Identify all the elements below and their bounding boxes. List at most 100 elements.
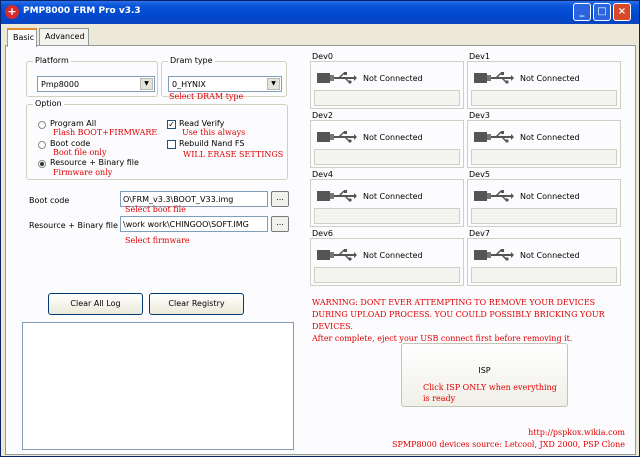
program-all-hint: Flash BOOT+FIRMWARE xyxy=(53,128,158,137)
credit-source: SPMP8000 devices source: Letcool, JXD 20… xyxy=(392,440,625,449)
resource-hint: Select firmware xyxy=(125,236,190,245)
dram-label: Dram type xyxy=(168,56,215,65)
tab-basic[interactable]: Basic xyxy=(7,28,37,47)
clear-all-log-button[interactable]: Clear All Log xyxy=(48,293,143,315)
resource-binary-label: Resource + Binary file xyxy=(29,221,118,230)
resource-path-field[interactable]: \work work\CHINGOO\SOFT.IMG xyxy=(120,216,268,232)
rebuild-nand-label[interactable]: Rebuild Nand FS xyxy=(179,139,244,148)
device-slot-7: Dev7 Not Connected xyxy=(467,229,623,287)
boot-code-browse-button[interactable]: ... xyxy=(271,191,289,207)
device-box: Not Connected xyxy=(467,179,621,227)
device-status: Not Connected xyxy=(520,133,580,142)
warning-line-2: DURING UPLOAD PROCESS. YOU COULD POSSIBL… xyxy=(312,310,605,319)
isp-button[interactable]: ISP Click ISP ONLY when everything is re… xyxy=(401,343,568,407)
isp-label: ISP xyxy=(478,366,491,375)
dram-select[interactable]: 0_HYNIX ▼ xyxy=(168,76,282,92)
basic-panel: Platform Pmp8000 ▼ Dram type 0_HYNIX ▼ S… xyxy=(5,45,636,455)
boot-code-hint: Select boot file xyxy=(125,205,186,214)
isp-hint-line-1: Click ISP ONLY when everything xyxy=(423,383,557,392)
usb-icon xyxy=(317,188,357,204)
device-status: Not Connected xyxy=(363,74,423,83)
usb-icon xyxy=(317,70,357,86)
read-verify-label[interactable]: Read Verify xyxy=(179,119,224,128)
usb-icon xyxy=(317,247,357,263)
device-slot-2: Dev2 Not Connected xyxy=(310,111,466,169)
usb-icon xyxy=(474,70,514,86)
boot-code-radio[interactable] xyxy=(38,141,46,149)
device-name: Dev7 xyxy=(469,229,490,238)
warning-line-3: DEVICES. xyxy=(312,322,353,331)
maximize-button[interactable]: □ xyxy=(593,3,611,21)
log-textarea[interactable] xyxy=(22,322,294,450)
device-progress-bar xyxy=(314,149,460,165)
platform-label: Platform xyxy=(33,56,71,65)
resource-binary-option-label[interactable]: Resource + Binary file xyxy=(50,158,139,167)
device-name: Dev6 xyxy=(312,229,333,238)
device-progress-bar xyxy=(471,208,617,224)
close-button[interactable]: × xyxy=(613,3,631,21)
chevron-down-icon: ▼ xyxy=(140,78,153,90)
chevron-down-icon: ▼ xyxy=(267,78,280,90)
usb-icon xyxy=(317,129,357,145)
boot-code-option-label[interactable]: Boot code xyxy=(50,139,90,148)
resource-browse-button[interactable]: ... xyxy=(271,216,289,232)
device-status: Not Connected xyxy=(520,74,580,83)
device-name: Dev2 xyxy=(312,111,333,120)
app-window: + PMP8000 FRM Pro v3.3 _ □ × Basic Advan… xyxy=(0,0,640,457)
device-slot-3: Dev3 Not Connected xyxy=(467,111,623,169)
warning-text: WARNING: DONT EVER ATTEMPTING TO REMOVE … xyxy=(312,297,632,345)
device-box: Not Connected xyxy=(310,238,464,286)
isp-hint: Click ISP ONLY when everything is ready xyxy=(423,382,557,404)
platform-select[interactable]: Pmp8000 ▼ xyxy=(37,76,155,92)
resource-binary-radio[interactable] xyxy=(38,160,46,168)
usb-icon xyxy=(474,188,514,204)
device-status: Not Connected xyxy=(363,251,423,260)
device-box: Not Connected xyxy=(310,61,464,109)
program-all-radio[interactable] xyxy=(38,121,46,129)
device-status: Not Connected xyxy=(520,251,580,260)
device-status: Not Connected xyxy=(363,192,423,201)
read-verify-checkbox[interactable]: ✓ xyxy=(167,120,176,129)
usb-icon xyxy=(474,129,514,145)
rebuild-nand-checkbox[interactable] xyxy=(167,140,176,149)
device-progress-bar xyxy=(314,267,460,283)
device-slot-6: Dev6 Not Connected xyxy=(310,229,466,287)
app-icon: + xyxy=(5,5,19,19)
usb-icon xyxy=(474,247,514,263)
device-status: Not Connected xyxy=(363,133,423,142)
tab-advanced[interactable]: Advanced xyxy=(39,28,89,46)
device-progress-bar xyxy=(314,90,460,106)
device-status: Not Connected xyxy=(520,192,580,201)
device-name: Dev5 xyxy=(469,170,490,179)
platform-value: Pmp8000 xyxy=(41,80,80,89)
dram-value: 0_HYNIX xyxy=(172,80,206,89)
device-box: Not Connected xyxy=(310,179,464,227)
device-progress-bar xyxy=(471,90,617,106)
warning-line-1: WARNING: DONT EVER ATTEMPTING TO REMOVE … xyxy=(312,298,596,307)
rebuild-nand-hint: WILL ERASE SETTINGS xyxy=(183,150,284,159)
read-verify-hint: Use this always xyxy=(182,128,246,137)
boot-code-option-hint: Boot file only xyxy=(53,148,107,157)
dram-hint: Select DRAM type xyxy=(169,92,244,101)
device-name: Dev1 xyxy=(469,52,490,61)
credit-url: http://pspkox.wikia.com xyxy=(528,428,625,437)
option-label: Option xyxy=(33,99,64,108)
minimize-button[interactable]: _ xyxy=(573,3,591,21)
device-box: Not Connected xyxy=(467,238,621,286)
program-all-label[interactable]: Program All xyxy=(50,119,96,128)
platform-group: Platform Pmp8000 ▼ xyxy=(26,56,158,97)
device-name: Dev3 xyxy=(469,111,490,120)
device-name: Dev4 xyxy=(312,170,333,179)
window-title: PMP8000 FRM Pro v3.3 xyxy=(23,6,141,16)
device-progress-bar xyxy=(314,208,460,224)
clear-registry-button[interactable]: Clear Registry xyxy=(149,293,244,315)
device-name: Dev0 xyxy=(312,52,333,61)
device-slot-5: Dev5 Not Connected xyxy=(467,170,623,228)
device-box: Not Connected xyxy=(467,61,621,109)
device-box: Not Connected xyxy=(310,120,464,168)
boot-code-label: Boot code xyxy=(29,196,70,205)
device-box: Not Connected xyxy=(467,120,621,168)
device-progress-bar xyxy=(471,267,617,283)
device-slot-1: Dev1 Not Connected xyxy=(467,52,623,110)
title-bar[interactable]: + PMP8000 FRM Pro v3.3 _ □ × xyxy=(1,1,639,24)
